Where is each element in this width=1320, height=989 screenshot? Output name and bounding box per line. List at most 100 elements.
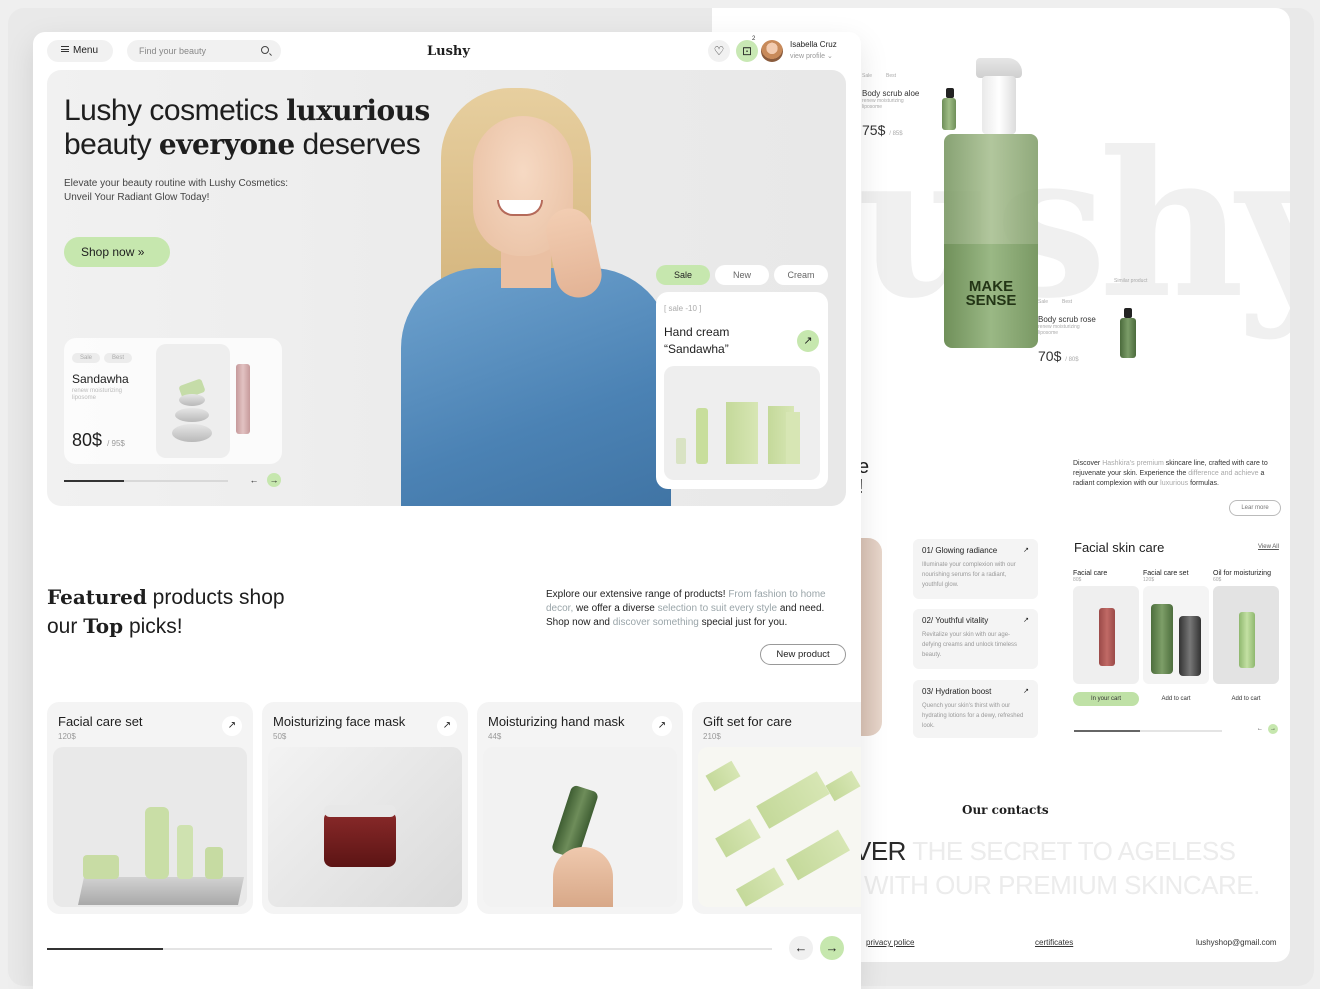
privacy-link[interactable]: privacy police [866,938,914,947]
facial-slider-progress [1074,730,1222,732]
product-image [1143,586,1209,684]
shop-now-button[interactable]: Shop now » [64,237,170,267]
arrow-left-icon[interactable]: ← [247,473,261,487]
view-profile-link[interactable]: view profile ⌄ [790,52,833,60]
hero-model-image [401,88,691,506]
facial-item-care-set[interactable]: Facial care set 120$ Add to cart [1143,570,1209,706]
product-image [1073,586,1139,684]
product-image-next [236,364,250,434]
main-page: Menu Find your beauty Lushy ♡ ⊡ 2 Isabel… [33,32,861,989]
top-navigation: Menu Find your beauty Lushy ♡ ⊡ 2 Isabel… [47,36,847,64]
tag-best: Best [886,73,897,79]
product-image [156,344,230,458]
product-price: 120$ [58,732,76,741]
feature-card-glowing[interactable]: 01/ Glowing radiance ↗ Illuminate your co… [913,539,1038,599]
add-to-cart-button[interactable]: Add to cart [1143,692,1209,706]
cart-count-badge: 2 [752,36,756,42]
rose-bottle-image [1120,308,1136,358]
tag-sale: Sale [1038,299,1049,305]
site-logo[interactable]: Lushy [427,44,470,59]
mini-product-name: Body scrub rose [1038,315,1096,324]
arrow-up-right-icon: ↗ [1023,617,1029,624]
product-image [698,747,861,907]
cart-icon[interactable]: ⊡ [736,40,758,62]
hero-bottle-image: MAKE SENSE [944,58,1038,348]
mini-product-old-price: / 85$ [889,131,903,137]
product-card-face-mask[interactable]: Moisturizing face mask 50$ ↗ [262,702,468,914]
mini-product-price: 75$ [862,122,886,138]
arrow-up-right-icon[interactable]: ↗ [437,716,457,736]
product-image [483,747,677,907]
certificates-link[interactable]: certificates [1035,938,1073,947]
bottle-label: MAKE SENSE [965,278,1017,309]
arrow-up-right-icon: ↗ [1023,688,1029,695]
add-to-cart-button[interactable]: Add to cart [1213,692,1279,706]
tag-best: Best [1062,299,1073,305]
product-name: Sandawha [72,372,129,386]
contacts-title: Our contacts [962,803,1049,817]
facial-item-facial-care[interactable]: Facial care 80$ In your cart [1073,570,1139,706]
product-name: Facial care set [58,714,143,729]
featured-product-card[interactable]: Sale Best Sandawha renew moisturizing lip… [64,338,282,464]
menu-icon [61,46,69,53]
double-chevron-right-icon: » [137,245,145,259]
slogan-line-1: VER THE SECRET TO AGELESS [854,836,1236,866]
product-image [268,747,462,907]
arrow-right-icon[interactable]: → [267,473,281,487]
product-desc: renew moisturizing liposome [72,388,123,401]
heart-icon[interactable]: ♡ [708,40,730,62]
email-link[interactable]: lushyshop@gmail.com [1196,938,1277,947]
mini-product-desc: renew moisturizing liposome [1038,324,1080,336]
avatar[interactable] [761,40,783,62]
feature-desc: Illuminate your complexion with our nour… [922,562,1016,588]
product-card-facial-care-set[interactable]: Facial care set 120$ ↗ [47,702,253,914]
mini-product-price: 70$ [1038,348,1062,364]
mini-product-rose[interactable]: Sale Best Body scrub rose renew moisturiz… [1038,296,1096,364]
mini-product-desc: renew moisturizing liposome [862,98,904,110]
feature-desc: Quench your skin's thirst with our hydra… [922,703,1024,729]
product-price: 44$ [488,732,502,741]
tag-sale: Sale [862,73,873,79]
arrow-left-icon[interactable]: ← [789,936,813,960]
tag-sale: Sale [72,353,101,363]
product-price: 50$ [273,732,287,741]
search-input[interactable]: Find your beauty [127,40,281,62]
arrow-right-icon[interactable]: → [820,936,844,960]
arrow-up-right-icon: ↗ [1023,547,1029,554]
facial-section-title: Facial skin care [1074,540,1165,555]
sale-product-card[interactable]: [ sale -10 ] Hand cream “Sandawha” ↗ [656,292,828,489]
feature-title: 01/ Glowing radiance [922,546,998,555]
product-image [664,366,820,480]
featured-description: Explore our extensive range of products!… [546,589,826,628]
arrow-left-icon[interactable]: ← [1255,724,1265,734]
tab-new[interactable]: New [715,265,769,285]
tag-best: Best [104,353,133,363]
view-all-link[interactable]: View All [1258,544,1279,550]
tab-cream[interactable]: Cream [774,265,828,285]
arrow-up-right-icon[interactable]: ↗ [222,716,242,736]
product-price: 80$ [72,430,103,450]
product-image [1213,586,1279,684]
search-icon[interactable] [261,46,269,54]
tab-sale[interactable]: Sale [656,265,710,285]
feature-title: 03/ Hydration boost [922,687,992,696]
menu-button[interactable]: Menu [47,40,113,62]
feature-card-youthful[interactable]: 02/ Youthful vitality ↗ Revitalize your s… [913,609,1038,669]
facial-item-oil[interactable]: Oil for moisturizing 60$ Add to cart [1213,570,1279,706]
user-name[interactable]: Isabella Cruz [790,40,837,49]
arrow-up-right-icon[interactable]: ↗ [797,330,819,352]
product-name: Gift set for care [703,714,792,729]
arrow-up-right-icon[interactable]: ↗ [652,716,672,736]
feature-card-hydration[interactable]: 03/ Hydration boost ↗ Quench your skin's … [913,680,1038,738]
similar-product-label: Similar product [1114,278,1148,284]
feature-desc: Revitalize your skin with our age-defyin… [922,632,1018,658]
hero-slider-progress [64,480,228,482]
learn-more-button[interactable]: Lear more [1229,500,1281,516]
new-product-button[interactable]: New product [760,644,846,665]
in-cart-button[interactable]: In your cart [1073,692,1139,706]
mini-product-aloe[interactable]: Sale Best Body scrub aloe renew moisturiz… [862,70,919,138]
product-card-gift-set[interactable]: Gift set for care 210$ [692,702,861,914]
product-card-hand-mask[interactable]: Moisturizing hand mask 44$ ↗ [477,702,683,914]
hero-title: Lushy cosmetics luxurious beauty everyon… [64,94,430,161]
arrow-right-icon[interactable]: → [1268,724,1278,734]
